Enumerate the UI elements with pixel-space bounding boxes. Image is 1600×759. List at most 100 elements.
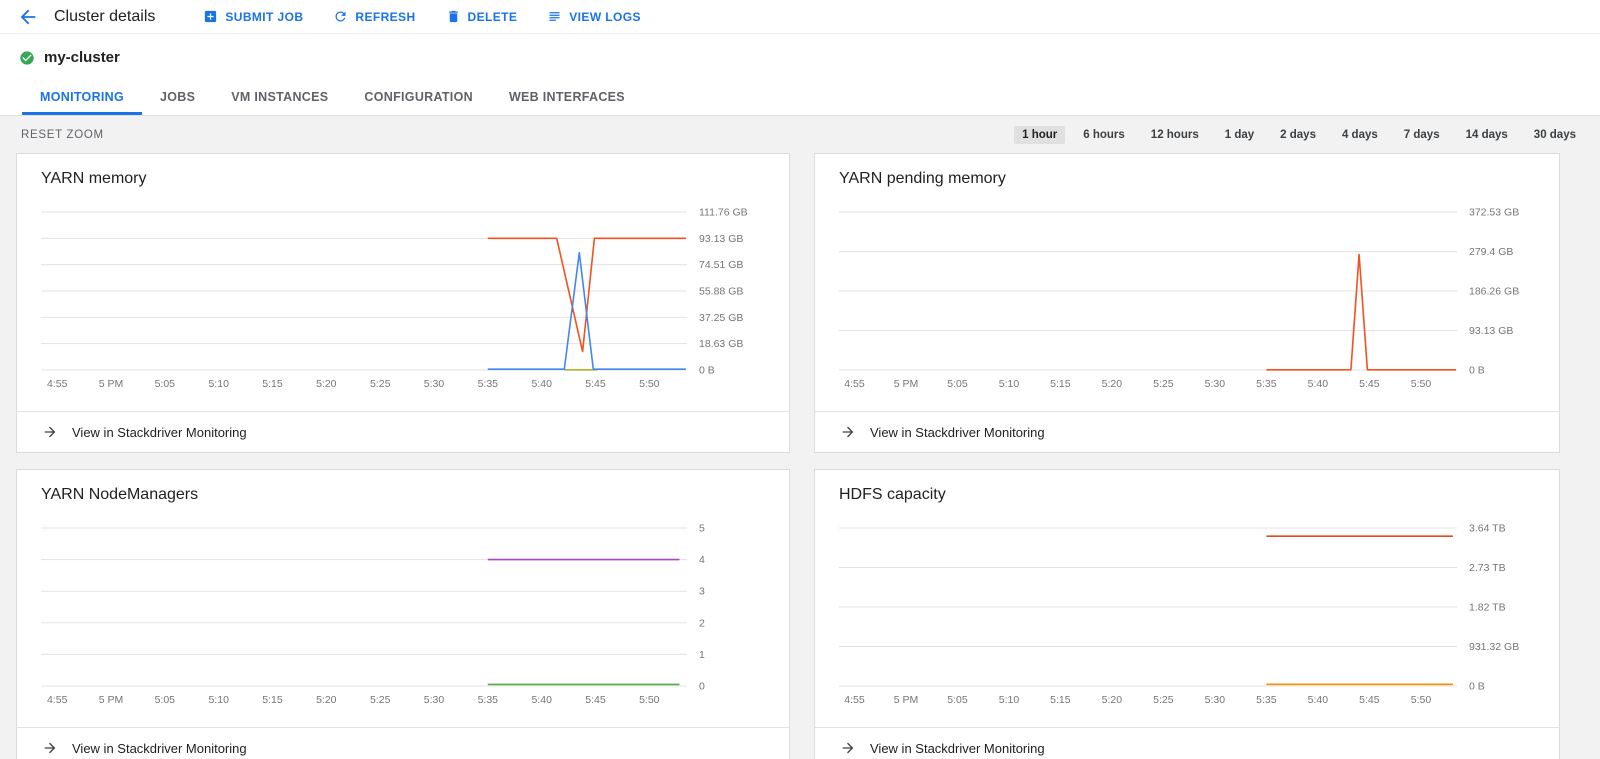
time-range-1-day[interactable]: 1 day xyxy=(1217,126,1262,144)
arrow-right-icon xyxy=(42,740,58,756)
x-tick-label: 5:30 xyxy=(1205,378,1226,390)
x-tick-label: 4:55 xyxy=(844,694,865,706)
check-circle-icon xyxy=(19,50,35,66)
x-tick-label: 5:25 xyxy=(370,378,391,390)
cluster-header: my-cluster xyxy=(0,34,1600,79)
chart-card: YARN memory 111.76 GB93.13 GB74.51 GB55.… xyxy=(16,153,790,453)
chart-title: YARN pending memory xyxy=(839,170,1535,188)
time-range-selector: 1 hour 6 hours 12 hours 1 day 2 days 4 days 7 … xyxy=(1014,126,1584,144)
refresh-icon xyxy=(333,9,348,24)
reset-zoom-button[interactable]: RESET ZOOM xyxy=(21,129,104,141)
x-tick-label: 5:05 xyxy=(155,378,176,390)
tab-jobs[interactable]: JOBS xyxy=(142,79,213,115)
chart-title: YARN NodeManagers xyxy=(41,486,765,504)
x-tick-label: 5:50 xyxy=(1411,378,1432,390)
y-tick-label: 0 xyxy=(699,681,705,693)
x-tick-label: 5:45 xyxy=(585,378,606,390)
y-tick-label: 111.76 GB xyxy=(699,207,748,219)
logs-list-icon xyxy=(547,9,562,24)
x-tick-label: 4:55 xyxy=(47,694,68,706)
y-tick-label: 931.32 GB xyxy=(1469,641,1519,653)
y-tick-label: 1 xyxy=(699,649,705,661)
y-tick-label: 0 B xyxy=(1469,681,1485,693)
x-tick-label: 5:05 xyxy=(947,694,968,706)
x-tick-label: 5:35 xyxy=(1256,378,1277,390)
tab-monitoring[interactable]: MONITORING xyxy=(22,79,142,115)
stackdriver-link[interactable]: View in Stackdriver Monitoring xyxy=(17,411,789,452)
chart-canvas: 5432104:555 PM5:055:105:155:205:255:305:… xyxy=(41,516,765,710)
x-tick-label: 5:45 xyxy=(1359,378,1380,390)
x-tick-label: 5:25 xyxy=(1153,378,1174,390)
x-tick-label: 5:35 xyxy=(478,694,499,706)
stackdriver-link[interactable]: View in Stackdriver Monitoring xyxy=(815,727,1559,759)
time-range-4-days[interactable]: 4 days xyxy=(1334,126,1386,144)
tab-web-interfaces[interactable]: WEB INTERFACES xyxy=(491,79,643,115)
tab-vm-instances[interactable]: VM INSTANCES xyxy=(213,79,346,115)
arrow-right-icon xyxy=(42,424,58,440)
trash-icon xyxy=(446,9,461,24)
refresh-button[interactable]: REFRESH xyxy=(333,9,415,24)
y-tick-label: 18.63 GB xyxy=(699,338,743,350)
arrow-right-icon xyxy=(840,424,856,440)
y-tick-label: 55.88 GB xyxy=(699,286,743,298)
delete-button[interactable]: DELETE xyxy=(446,9,518,24)
delete-label: DELETE xyxy=(468,10,518,24)
y-tick-label: 3.64 TB xyxy=(1469,523,1506,535)
stackdriver-link-label: View in Stackdriver Monitoring xyxy=(870,425,1045,440)
submit-job-button[interactable]: SUBMIT JOB xyxy=(203,9,303,24)
time-range-14-days[interactable]: 14 days xyxy=(1458,126,1516,144)
x-tick-label: 5 PM xyxy=(894,694,919,706)
x-tick-label: 5:10 xyxy=(999,694,1020,706)
x-tick-label: 5:30 xyxy=(424,694,445,706)
top-toolbar: Cluster details SUBMIT JOB REFRESH DELET… xyxy=(0,0,1600,34)
stackdriver-link[interactable]: View in Stackdriver Monitoring xyxy=(815,411,1559,452)
chart-canvas: 372.53 GB279.4 GB186.26 GB93.13 GB0 B4:5… xyxy=(839,200,1535,394)
time-range-12-hours[interactable]: 12 hours xyxy=(1143,126,1207,144)
time-range-6-hours[interactable]: 6 hours xyxy=(1075,126,1133,144)
x-tick-label: 5:20 xyxy=(1102,694,1123,706)
charts-grid: YARN memory 111.76 GB93.13 GB74.51 GB55.… xyxy=(0,153,1600,759)
x-tick-label: 5:10 xyxy=(208,378,229,390)
chart-card: YARN NodeManagers 5432104:555 PM5:055:10… xyxy=(16,469,790,759)
x-tick-label: 5:50 xyxy=(639,694,660,706)
x-tick-label: 5:50 xyxy=(1411,694,1432,706)
tab-configuration[interactable]: CONFIGURATION xyxy=(346,79,491,115)
time-range-1-hour[interactable]: 1 hour xyxy=(1014,126,1065,144)
x-tick-label: 5:25 xyxy=(370,694,391,706)
x-tick-label: 5:15 xyxy=(262,378,283,390)
time-range-30-days[interactable]: 30 days xyxy=(1526,126,1584,144)
chart-card: HDFS capacity 3.64 TB2.73 TB1.82 TB931.3… xyxy=(814,469,1560,759)
y-tick-label: 279.4 GB xyxy=(1469,246,1513,258)
time-range-7-days[interactable]: 7 days xyxy=(1396,126,1448,144)
stackdriver-link[interactable]: View in Stackdriver Monitoring xyxy=(17,727,789,759)
x-tick-label: 5:45 xyxy=(585,694,606,706)
y-tick-label: 93.13 GB xyxy=(699,233,743,245)
zoom-bar: RESET ZOOM 1 hour 6 hours 12 hours 1 day 2 d… xyxy=(0,116,1600,153)
y-tick-label: 1.82 TB xyxy=(1469,602,1506,614)
y-tick-label: 0 B xyxy=(699,365,715,377)
x-tick-label: 5:20 xyxy=(316,694,337,706)
x-tick-label: 5:40 xyxy=(531,694,552,706)
x-tick-label: 5:35 xyxy=(1256,694,1277,706)
view-logs-button[interactable]: VIEW LOGS xyxy=(547,9,641,24)
x-tick-label: 5:15 xyxy=(1050,694,1071,706)
y-tick-label: 0 B xyxy=(1469,365,1485,377)
view-logs-label: VIEW LOGS xyxy=(569,10,641,24)
back-button[interactable] xyxy=(14,3,42,31)
y-tick-label: 74.51 GB xyxy=(699,259,743,271)
time-range-2-days[interactable]: 2 days xyxy=(1272,126,1324,144)
x-tick-label: 5:25 xyxy=(1153,694,1174,706)
x-tick-label: 5 PM xyxy=(894,378,919,390)
x-tick-label: 5:40 xyxy=(1308,378,1329,390)
x-tick-label: 5:05 xyxy=(155,694,176,706)
stackdriver-link-label: View in Stackdriver Monitoring xyxy=(72,425,247,440)
y-tick-label: 186.26 GB xyxy=(1469,286,1519,298)
y-tick-label: 2.73 TB xyxy=(1469,562,1506,574)
arrow-right-icon xyxy=(840,740,856,756)
x-tick-label: 5 PM xyxy=(99,378,124,390)
cluster-details-page: Cluster details SUBMIT JOB REFRESH DELET… xyxy=(0,0,1600,759)
x-tick-label: 5:15 xyxy=(1050,378,1071,390)
series-orange-line xyxy=(488,238,686,351)
x-tick-label: 5:45 xyxy=(1359,694,1380,706)
x-tick-label: 5:40 xyxy=(1308,694,1329,706)
